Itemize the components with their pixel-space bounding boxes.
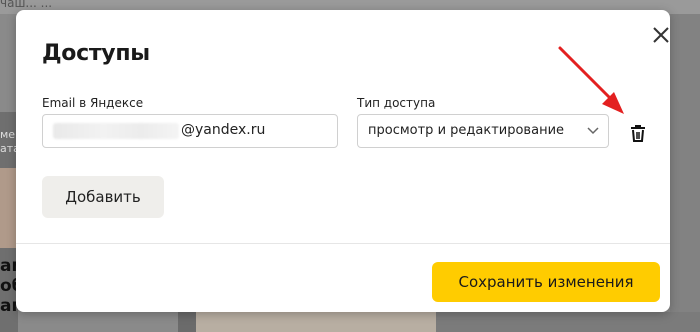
- backdrop-right-column: [670, 14, 700, 312]
- close-icon: [653, 27, 669, 43]
- email-field[interactable]: @yandex.ru: [42, 114, 338, 148]
- delete-button[interactable]: [628, 123, 648, 143]
- save-changes-button[interactable]: Сохранить изменения: [432, 262, 660, 302]
- access-type-value: просмотр и редактирование: [368, 123, 565, 138]
- close-button[interactable]: [650, 24, 672, 46]
- chevron-down-icon: [587, 127, 599, 135]
- dialog-title: Доступы: [42, 41, 150, 66]
- email-domain: @yandex.ru: [181, 122, 266, 138]
- backdrop-photo: [196, 312, 436, 332]
- access-type-select[interactable]: просмотр и редактирование: [357, 114, 609, 148]
- divider: [16, 243, 670, 244]
- backdrop-top-text: чаш... ...: [0, 0, 53, 10]
- backdrop-photo: [178, 312, 196, 332]
- trash-icon: [631, 125, 645, 142]
- email-label: Email в Яндексе: [42, 96, 144, 110]
- email-username-redacted: [53, 123, 179, 139]
- add-button[interactable]: Добавить: [42, 176, 164, 218]
- access-type-label: Тип доступа: [357, 96, 436, 110]
- backdrop-panel: [436, 312, 700, 332]
